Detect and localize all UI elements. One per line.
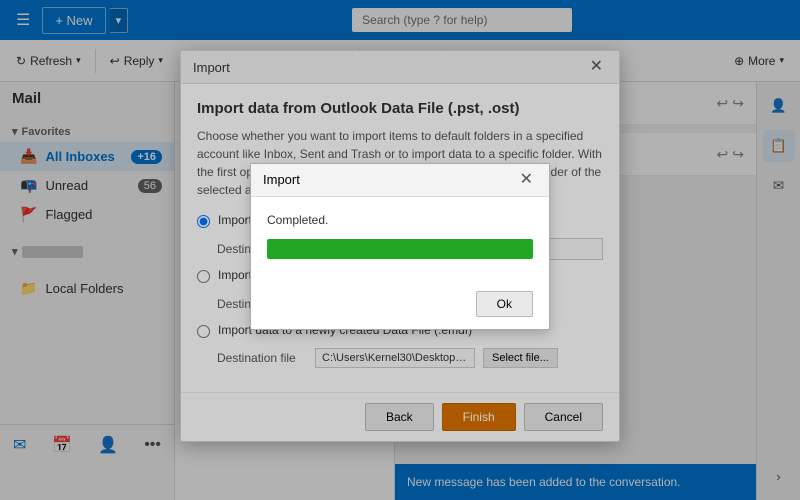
completed-message: Completed. bbox=[267, 213, 533, 227]
import-dialog: Import ✕ Import data from Outlook Data F… bbox=[180, 50, 620, 442]
completed-dialog-titlebar: Import ✕ bbox=[251, 164, 549, 197]
ok-button[interactable]: Ok bbox=[476, 291, 533, 317]
progress-bar-fill bbox=[267, 239, 533, 259]
completed-dialog-title: Import bbox=[263, 172, 300, 187]
progress-bar-wrap bbox=[267, 239, 533, 259]
modal-overlay: Import ✕ Import data from Outlook Data F… bbox=[0, 0, 800, 500]
completed-dialog-overlay: Import ✕ Completed. Ok bbox=[181, 51, 619, 441]
completed-dialog-footer: Ok bbox=[251, 291, 549, 329]
completed-dialog-content: Completed. bbox=[251, 197, 549, 291]
completed-dialog: Import ✕ Completed. Ok bbox=[250, 163, 550, 330]
completed-dialog-close[interactable]: ✕ bbox=[516, 172, 537, 188]
